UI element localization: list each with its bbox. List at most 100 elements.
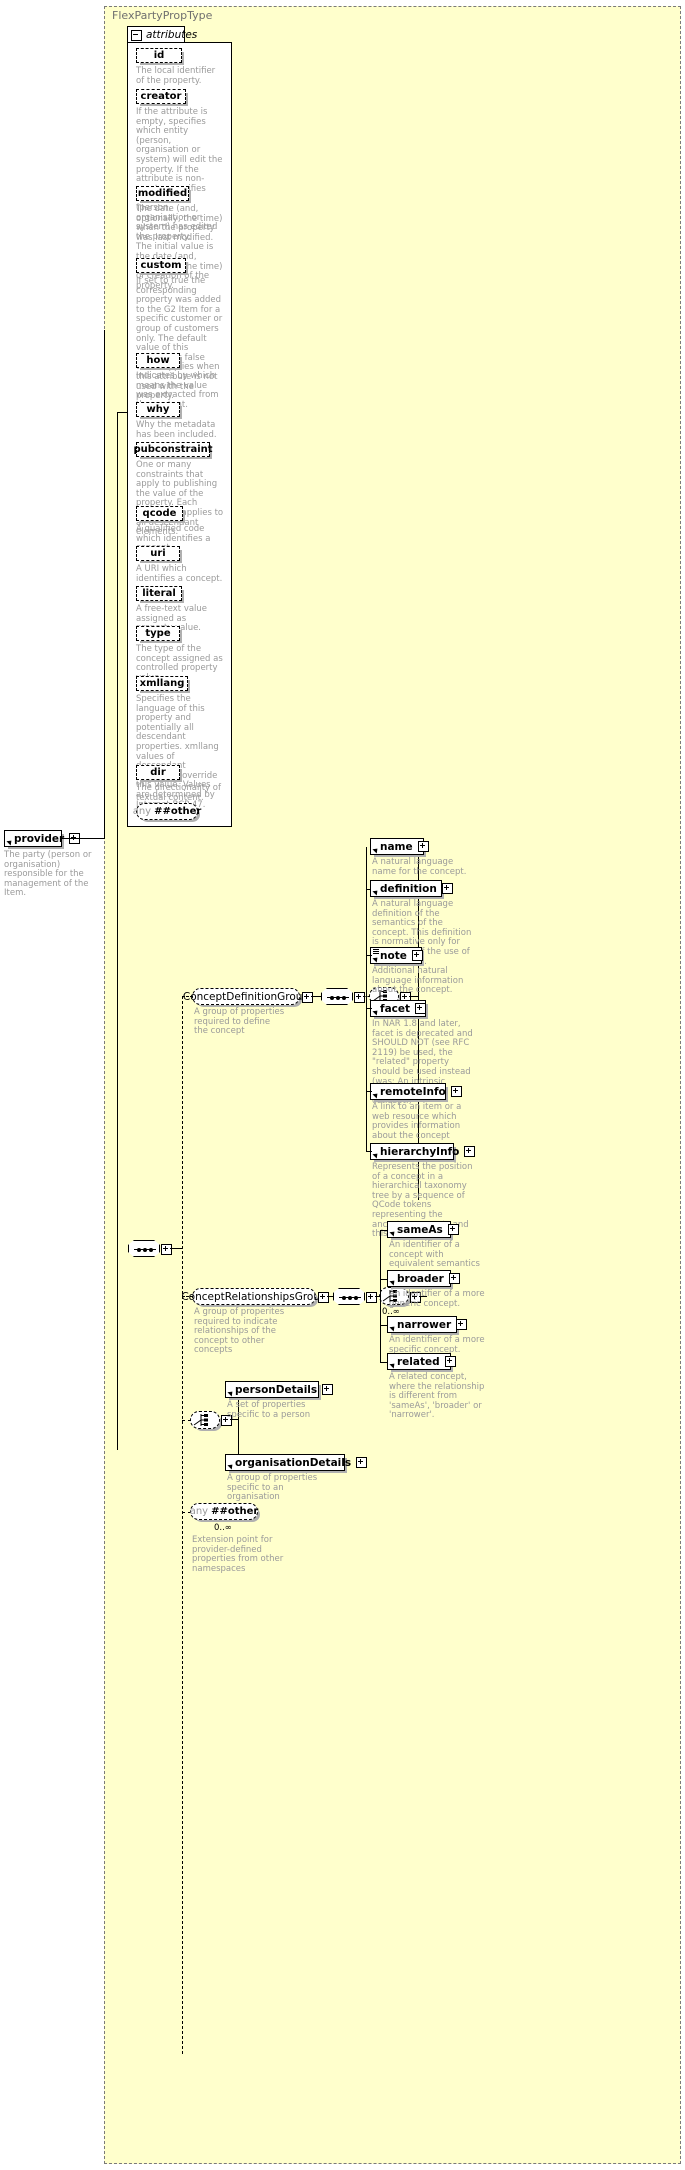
expand-icon[interactable] — [447, 1224, 459, 1235]
attribute-custom[interactable]: custom — [136, 258, 186, 273]
group-label: ConceptDefinitionGroup — [182, 990, 310, 1003]
element-facet[interactable]: facet — [370, 1000, 427, 1017]
element-label: narrower — [397, 1318, 452, 1331]
element-doc: A link to an item or a web resource whic… — [372, 1102, 462, 1141]
attribute-label: type — [145, 628, 171, 639]
element-note[interactable]: note — [370, 947, 423, 964]
element-persondetails[interactable]: personDetails — [225, 1381, 334, 1398]
expand-icon[interactable] — [415, 1003, 427, 1014]
connector — [117, 412, 128, 413]
reference-arrow-icon — [389, 1278, 397, 1286]
attributes-header[interactable]: attributes — [127, 26, 197, 43]
attribute-type[interactable]: type — [136, 626, 180, 641]
expand-icon[interactable] — [450, 1086, 462, 1097]
group-doc: A group of properites required to indica… — [194, 1307, 285, 1356]
element-hierarchyinfo[interactable]: hierarchyInfo — [370, 1143, 476, 1160]
expand-icon[interactable] — [441, 883, 453, 894]
attribute-qcode[interactable]: qcode — [136, 506, 183, 521]
element-doc: The party (person or organisation) respo… — [4, 850, 92, 899]
element-broader[interactable]: broader — [387, 1270, 460, 1287]
expand-icon[interactable] — [366, 1292, 377, 1303]
reference-arrow-icon — [372, 1151, 380, 1159]
expand-icon[interactable] — [464, 1146, 476, 1157]
expand-icon[interactable] — [161, 1244, 172, 1255]
connector — [104, 330, 105, 839]
attribute-literal[interactable]: literal — [136, 586, 182, 601]
attribute-label: id — [153, 50, 165, 61]
element-label: name — [380, 840, 413, 853]
expand-icon[interactable] — [456, 1319, 468, 1330]
connector — [380, 1230, 381, 1362]
connector — [366, 847, 367, 1152]
attribute-label: uri — [150, 548, 166, 559]
element-label: provider — [14, 832, 65, 845]
element-remoteinfo[interactable]: remoteInfo — [370, 1083, 462, 1100]
element-narrower[interactable]: narrower — [387, 1316, 468, 1333]
element-label: facet — [380, 1002, 411, 1015]
element-label: related — [397, 1355, 440, 1368]
attribute-pubconstraint[interactable]: pubconstraint — [133, 442, 213, 457]
reference-arrow-icon — [389, 1361, 397, 1369]
group-conceptrelationshipsgroup[interactable]: ConceptRelationshipsGroup — [181, 1288, 327, 1305]
element-organisationdetails[interactable]: organisationDetails — [225, 1454, 368, 1471]
attribute-creator[interactable]: creator — [136, 89, 186, 104]
attributes-label: attributes — [146, 29, 198, 41]
group-conceptdefinitiongroup[interactable]: ConceptDefinitionGroup — [183, 988, 309, 1005]
connector — [409, 996, 418, 997]
element-label: note — [380, 949, 407, 962]
expand-icon[interactable] — [417, 841, 429, 852]
attribute-dir[interactable]: dir — [136, 765, 180, 780]
attribute-label: qcode — [142, 508, 177, 519]
element-label: remoteInfo — [380, 1085, 446, 1098]
attribute-doc: The local identifier of the property. — [136, 66, 216, 86]
choice-icon — [193, 1414, 208, 1426]
sequence-dots-icon — [339, 1295, 361, 1300]
element-sameas[interactable]: sameAs — [387, 1221, 459, 1238]
attribute-id[interactable]: id — [136, 48, 182, 63]
element-doc: An identifier of a concept with equivale… — [389, 1240, 480, 1270]
element-definition[interactable]: definition — [370, 880, 453, 897]
collapse-icon[interactable] — [131, 29, 142, 41]
attribute-xmllang[interactable]: xmllang — [136, 676, 188, 691]
expand-icon[interactable] — [444, 1356, 456, 1367]
sequence-dots-icon — [134, 1247, 156, 1252]
element-name[interactable]: name — [370, 838, 429, 855]
connector — [117, 412, 118, 1450]
reference-arrow-icon — [372, 1091, 380, 1099]
sequence-compositor[interactable] — [128, 1240, 160, 1257]
attributes-any-other[interactable]: any ##other — [132, 803, 202, 820]
element-related[interactable]: related — [387, 1353, 456, 1370]
type-title: FlexPartyPropType — [112, 9, 213, 22]
attribute-modified[interactable]: modified — [136, 186, 189, 201]
attribute-label: custom — [140, 260, 182, 271]
expand-icon[interactable] — [411, 950, 423, 961]
attribute-label: dir — [150, 767, 166, 778]
element-label: definition — [380, 882, 437, 895]
connector — [311, 996, 321, 997]
attribute-why[interactable]: why — [136, 402, 180, 417]
attribute-uri[interactable]: uri — [136, 546, 180, 561]
expand-icon[interactable] — [302, 992, 313, 1003]
group-doc: A group of properties required to define… — [194, 1007, 285, 1037]
element-provider[interactable]: provider — [4, 830, 81, 847]
reference-arrow-icon — [372, 846, 380, 854]
element-doc: A natural language name for the concept. — [372, 857, 467, 877]
expand-icon[interactable] — [448, 1273, 460, 1284]
attribute-label: modified — [137, 188, 188, 199]
element-any-other[interactable]: any ##other — [190, 1503, 258, 1520]
expand-icon[interactable] — [318, 1292, 329, 1303]
expand-icon[interactable] — [356, 1457, 368, 1468]
sequence-compositor[interactable] — [321, 988, 353, 1005]
namespace-label: ##other — [154, 806, 202, 817]
occurrence-label: 0..∞ — [214, 1523, 232, 1533]
expand-icon[interactable] — [322, 1384, 334, 1395]
any-label: any — [132, 806, 152, 817]
schema-diagram-canvas: FlexPartyPropType attributes id The loca… — [0, 0, 685, 2170]
sequence-compositor[interactable] — [333, 1288, 365, 1305]
attribute-how[interactable]: how — [136, 353, 180, 368]
element-label: organisationDetails — [235, 1456, 352, 1469]
reference-arrow-icon — [372, 955, 380, 963]
element-doc: Extension point for provider-defined pro… — [192, 1535, 284, 1574]
attribute-label: how — [146, 355, 170, 366]
expand-icon[interactable] — [354, 992, 365, 1003]
